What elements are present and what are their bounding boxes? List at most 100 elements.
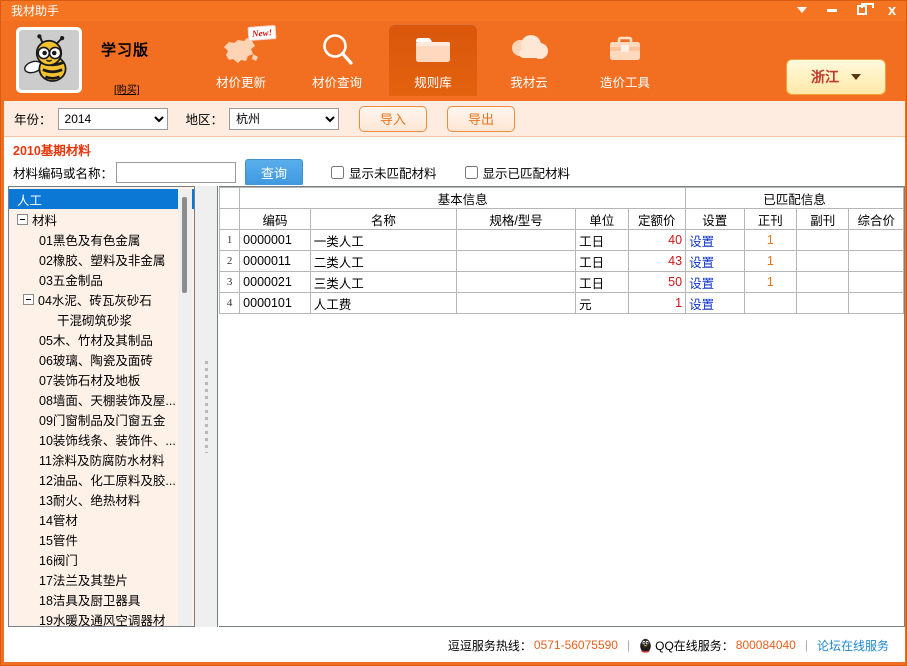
export-button[interactable]: 导出	[447, 106, 515, 132]
table-row[interactable]: 10000001一类人工工日40设置1	[220, 230, 904, 251]
tree-node[interactable]: 04水泥、砖瓦灰砂石	[9, 289, 194, 309]
checkbox-show-unmatched-input[interactable]	[331, 166, 344, 179]
table-column-header[interactable]: 正刊	[744, 209, 796, 230]
table-group-header-row: 基本信息 已匹配信息	[220, 188, 904, 209]
cell-sub	[797, 230, 849, 251]
search-input[interactable]	[116, 162, 236, 183]
folder-icon	[410, 32, 456, 68]
footer-bar: 逗逗服务热线： 0571-56075590 | QQ在线服务： 80008404…	[4, 628, 905, 662]
tree-node[interactable]: 10装饰线条、装饰件、...	[9, 429, 194, 449]
tree-node[interactable]: 05木、竹材及其制品	[9, 329, 194, 349]
tree-node-label: 03五金制品	[39, 270, 103, 289]
cell-main: 1	[744, 272, 796, 293]
caret-down-icon	[851, 74, 861, 80]
application-window: 我材助手 x	[0, 0, 907, 666]
tree-node-label: 14管材	[39, 510, 78, 529]
tree-node[interactable]: 人工	[9, 189, 194, 209]
tree-node[interactable]: 06玻璃、陶瓷及面砖	[9, 349, 194, 369]
forum-service-link[interactable]: 论坛在线服务	[817, 637, 889, 654]
checkbox-show-matched-input[interactable]	[465, 166, 478, 179]
nav-item-material-price-query[interactable]: 材价查询	[293, 24, 381, 96]
nav-item-material-price-update[interactable]: New! 材价更新	[197, 24, 285, 96]
tree-node-label: 07装饰石材及地板	[39, 370, 140, 389]
region-label: 地区：	[186, 109, 224, 128]
table-row[interactable]: 40000101人工费元1设置	[220, 293, 904, 314]
year-select[interactable]: 2014	[58, 108, 168, 130]
tree-node[interactable]: 02橡胶、塑料及非金属	[9, 249, 194, 269]
hotline-value: 0571-56075590	[534, 638, 618, 652]
cell-name: 三类人工	[310, 272, 456, 293]
bee-logo-icon	[19, 30, 79, 90]
nav-item-my-material-cloud[interactable]: 我材云	[485, 24, 573, 96]
table-column-header[interactable]: 单位	[576, 209, 628, 230]
tree-node[interactable]: 17法兰及其垫片	[9, 569, 194, 589]
tree-node[interactable]: 材料	[9, 209, 194, 229]
edition-label: 学习版	[101, 39, 149, 60]
row-number: 2	[220, 251, 240, 272]
tree-node[interactable]: 08墙面、天棚装饰及屋...	[9, 389, 194, 409]
dropdown-caret-icon[interactable]	[794, 2, 810, 18]
tree-node[interactable]: 19水暖及通风空调器材	[9, 609, 194, 627]
filter-bar: 年份： 2014 地区： 杭州 导入 导出	[4, 101, 905, 137]
cell-setting-link[interactable]: 设置	[686, 272, 745, 293]
table-row[interactable]: 30000021三类人工工日50设置1	[220, 272, 904, 293]
row-number: 4	[220, 293, 240, 314]
import-button[interactable]: 导入	[359, 106, 427, 132]
row-number: 1	[220, 230, 240, 251]
tree-node-label: 干混砌筑砂浆	[57, 310, 132, 329]
tree-node[interactable]: 12油品、化工原料及胶...	[9, 469, 194, 489]
tree-node-label: 08墙面、天棚装饰及屋...	[39, 390, 176, 409]
table-column-header[interactable]: 规格/型号	[457, 209, 576, 230]
tree-node[interactable]: 15管件	[9, 529, 194, 549]
cell-main	[744, 293, 796, 314]
table-column-header[interactable]: 副刊	[797, 209, 849, 230]
nav-label: 规则库	[414, 72, 452, 91]
nav-label: 造价工具	[600, 72, 650, 91]
sidebar-scrollbar[interactable]	[178, 189, 192, 626]
table-column-header[interactable]: 编码	[240, 209, 311, 230]
checkbox-show-matched[interactable]: 显示已匹配材料	[465, 163, 571, 182]
tree-node[interactable]: 18洁具及厨卫器具	[9, 589, 194, 609]
region-selector-button[interactable]: 浙江	[786, 59, 886, 95]
query-button[interactable]: 查询	[245, 159, 303, 186]
tree-node[interactable]: 14管材	[9, 509, 194, 529]
nav-label: 材价更新	[216, 72, 266, 91]
checkbox-show-unmatched[interactable]: 显示未匹配材料	[331, 163, 437, 182]
materials-table-panel: 基本信息 已匹配信息 编码名称规格/型号单位定额价设置正刊副刊综合价 10000…	[219, 186, 905, 627]
sidebar-scrollbar-thumb[interactable]	[182, 197, 187, 293]
cell-setting-link[interactable]: 设置	[686, 230, 745, 251]
splitter-grip-icon	[205, 361, 208, 453]
table-column-header[interactable]: 综合价	[849, 209, 904, 230]
tree-node[interactable]: 09门窗制品及门窗五金	[9, 409, 194, 429]
cell-sub	[797, 272, 849, 293]
cell-setting-link[interactable]: 设置	[686, 251, 745, 272]
tree-node[interactable]: 13耐火、绝热材料	[9, 489, 194, 509]
nav-item-cost-tools[interactable]: 造价工具	[581, 24, 669, 96]
tree-node[interactable]: 16阀门	[9, 549, 194, 569]
table-column-header[interactable]: 定额价	[628, 209, 686, 230]
table-column-header[interactable]: 设置	[686, 209, 745, 230]
panel-splitter[interactable]	[194, 186, 218, 627]
minimize-icon[interactable]	[824, 2, 840, 18]
buy-link[interactable]: [购买]	[114, 81, 140, 96]
close-icon[interactable]: x	[884, 2, 900, 18]
table-column-header[interactable]: 名称	[310, 209, 456, 230]
table-row[interactable]: 20000011二类人工工日43设置1	[220, 251, 904, 272]
tree-node[interactable]: 07装饰石材及地板	[9, 369, 194, 389]
materials-table: 基本信息 已匹配信息 编码名称规格/型号单位定额价设置正刊副刊综合价 10000…	[219, 187, 904, 314]
cell-name: 一类人工	[310, 230, 456, 251]
region-select[interactable]: 杭州	[229, 108, 339, 130]
tree-node[interactable]: 11涂料及防腐防水材料	[9, 449, 194, 469]
tree-node[interactable]: 01黑色及有色金属	[9, 229, 194, 249]
tree-node[interactable]: 干混砌筑砂浆	[9, 309, 194, 329]
restore-icon[interactable]	[854, 2, 870, 18]
tree-node[interactable]: 03五金制品	[9, 269, 194, 289]
content-area: 人工材料01黑色及有色金属02橡胶、塑料及非金属03五金制品04水泥、砖瓦灰砂石…	[4, 185, 905, 628]
nav-item-rule-library[interactable]: 规则库	[389, 24, 477, 96]
tree-expander-icon[interactable]	[17, 214, 28, 225]
tree-node-label: 13耐火、绝热材料	[39, 490, 140, 509]
cell-setting-link[interactable]: 设置	[686, 293, 745, 314]
app-logo	[16, 27, 82, 93]
group-header-matched-info: 已匹配信息	[686, 188, 904, 209]
tree-expander-icon[interactable]	[23, 294, 34, 305]
